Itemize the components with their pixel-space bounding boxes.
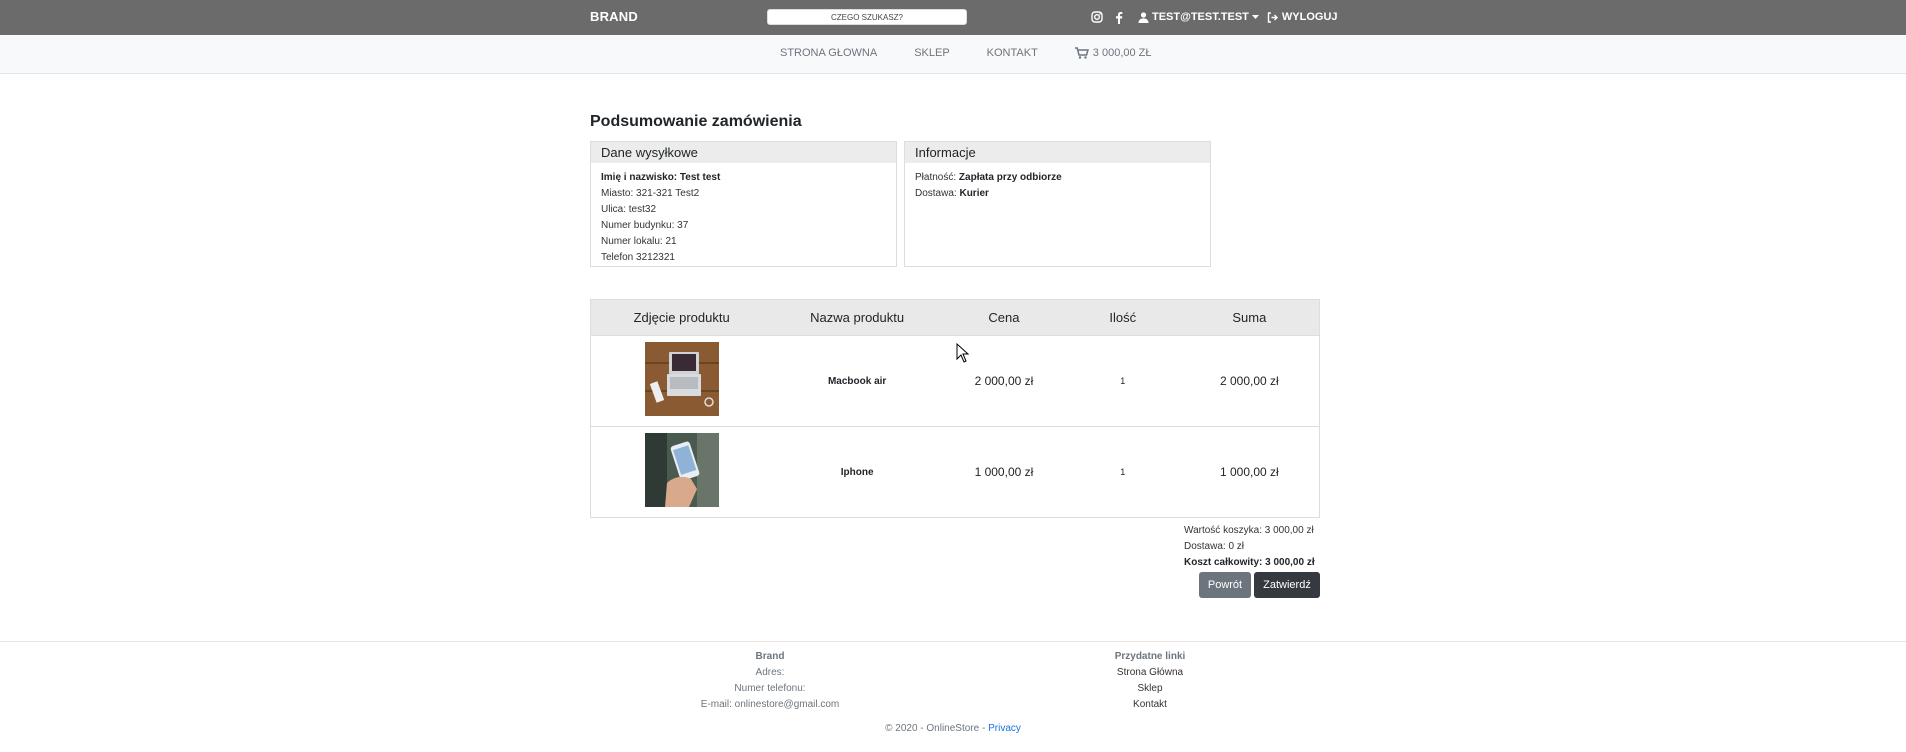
nav-item-shop[interactable]: SKLEP <box>914 47 949 59</box>
iphone-image <box>644 432 719 507</box>
total-cost: Koszt całkowity: 3 000,00 zł <box>1184 557 1315 568</box>
col-header-name: Nazwa produktu <box>810 310 905 325</box>
footer-links-title: Przydatne linki <box>1114 651 1186 662</box>
footer-brand-title: Brand <box>755 651 785 662</box>
confirm-button[interactable]: Zatwierdź <box>1254 572 1320 598</box>
user-email: TEST@TEST.TEST <box>1152 11 1249 23</box>
col-header-image: Zdjęcie produktu <box>633 310 730 325</box>
col-header-qty: Ilość <box>1109 310 1137 325</box>
user-icon <box>1138 11 1149 23</box>
shipping-phone: Telefon 3212321 <box>601 252 675 263</box>
info-card: Informacje Płatność: Zapłata przy odbior… <box>904 141 1211 267</box>
logout-button[interactable]: WYLOGUJ <box>1267 11 1338 23</box>
sign-out-icon <box>1267 11 1278 23</box>
col-header-price: Cena <box>988 310 1020 325</box>
product-qty: 1 <box>1065 426 1180 518</box>
logout-label: WYLOGUJ <box>1281 11 1338 23</box>
order-totals: Wartość koszyka: 3 000,00 zł Dostawa: 0 … <box>1184 523 1315 571</box>
footer-link-shop[interactable]: Sklep <box>1100 681 1200 697</box>
copyright: © 2020 - OnlineStore - Privacy <box>0 723 1906 734</box>
product-name: Iphone <box>772 426 943 518</box>
nav-cart[interactable]: 3 000,00 ZŁ <box>1074 47 1152 59</box>
col-header-sum: Suma <box>1232 310 1267 325</box>
footer-address: Adres: <box>755 667 785 678</box>
privacy-link[interactable]: Privacy <box>988 723 1021 734</box>
product-sum: 1 000,00 zł <box>1179 426 1320 518</box>
shipping-card-title: Dane wysyłkowe <box>591 142 896 163</box>
table-header-row: Zdjęcie produktu Nazwa produktu Cena Ilo… <box>590 299 1320 336</box>
product-name: Macbook air <box>772 335 943 427</box>
cart-icon <box>1074 47 1089 59</box>
search-input[interactable]: CZEGO SZUKASZ? <box>767 9 967 25</box>
order-table: Zdjęcie produktu Nazwa produktu Cena Ilo… <box>590 299 1320 518</box>
shipping-city: Miasto: 321-321 Test2 <box>601 188 700 199</box>
instagram-icon[interactable] <box>1090 10 1104 24</box>
main-nav: STRONA GŁOWNA SKLEP KONTAKT 3 000,00 ZŁ <box>0 35 1906 74</box>
shipping-building: Numer budynku: 37 <box>601 220 689 231</box>
product-qty: 1 <box>1065 335 1180 427</box>
table-row: Macbook air 2 000,00 zł 1 2 000,00 zł <box>590 335 1320 427</box>
user-dropdown[interactable]: TEST@TEST.TEST <box>1138 11 1259 23</box>
caret-down-icon <box>1251 14 1259 19</box>
footer-links-col: Przydatne linki Strona Główna Sklep Kont… <box>1100 649 1200 713</box>
shipping-card: Dane wysyłkowe Imię i nazwisko: Test tes… <box>590 141 897 267</box>
payment-method: Płatność: Zapłata przy odbiorze <box>915 172 1062 183</box>
shipping-name: Imię i nazwisko: Test test <box>601 172 721 183</box>
back-button[interactable]: Powrót <box>1199 572 1251 598</box>
footer: Brand Adres: Numer telefonu: E-mail: onl… <box>0 641 1906 752</box>
nav-item-home[interactable]: STRONA GŁOWNA <box>780 47 877 59</box>
cart-total: 3 000,00 ZŁ <box>1092 47 1152 59</box>
macbook-image <box>644 341 719 416</box>
brand-logo[interactable]: BRAND <box>590 9 638 24</box>
facebook-icon[interactable] <box>1112 10 1126 24</box>
footer-brand-col: Brand Adres: Numer telefonu: E-mail: onl… <box>699 649 841 713</box>
top-icons: TEST@TEST.TEST WYLOGUJ <box>1090 8 1338 26</box>
delivery-cost: Dostawa: 0 zł <box>1184 541 1245 552</box>
shipping-street: Ulica: test32 <box>601 204 657 215</box>
delivery-method: Dostawa: Kurier <box>915 188 989 199</box>
footer-email: E-mail: onlinestore@gmail.com <box>700 699 840 710</box>
product-price: 1 000,00 zł <box>942 426 1066 518</box>
info-card-title: Informacje <box>905 142 1210 163</box>
copyright-text: © 2020 - OnlineStore - <box>885 723 986 734</box>
mouse-cursor-icon <box>956 343 970 363</box>
page-title: Podsumowanie zamówienia <box>590 113 802 130</box>
cart-value: Wartość koszyka: 3 000,00 zł <box>1184 525 1314 536</box>
table-row: Iphone 1 000,00 zł 1 1 000,00 zł <box>590 426 1320 518</box>
product-sum: 2 000,00 zł <box>1179 335 1320 427</box>
shipping-apartment: Numer lokalu: 21 <box>601 236 677 247</box>
top-bar: BRAND CZEGO SZUKASZ? TEST@TEST.TEST WYLO… <box>0 0 1906 35</box>
nav-item-contact[interactable]: KONTAKT <box>987 47 1038 59</box>
footer-link-contact[interactable]: Kontakt <box>1100 697 1200 713</box>
footer-phone: Numer telefonu: <box>734 683 806 694</box>
footer-link-home[interactable]: Strona Główna <box>1100 665 1200 681</box>
